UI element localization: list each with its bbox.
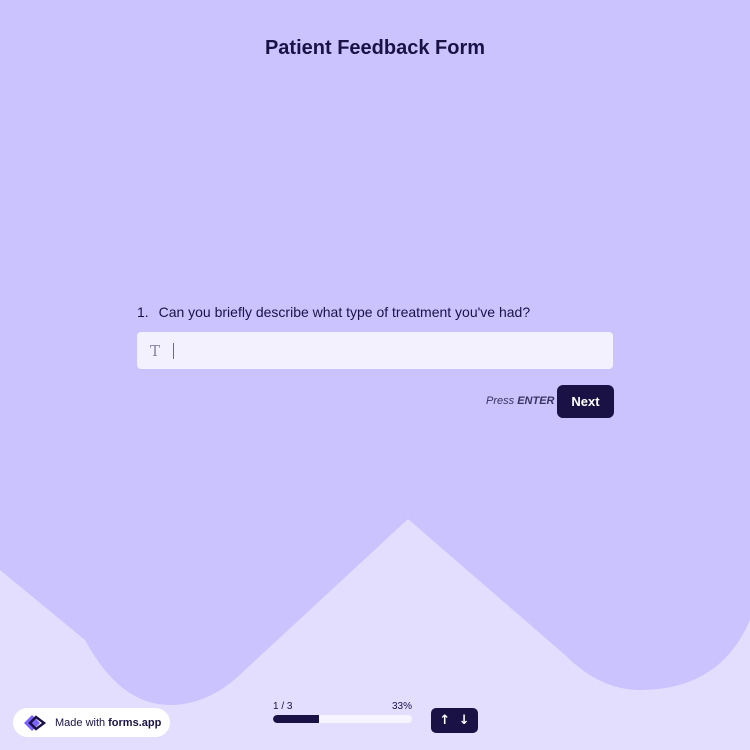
press-enter-hint: Press ENTER: [486, 395, 554, 407]
question-text: Can you briefly describe what type of tr…: [158, 304, 531, 320]
made-with-text: Made with: [55, 716, 106, 729]
press-hint-prefix: Press: [486, 395, 515, 407]
answer-input[interactable]: [177, 332, 607, 369]
progress-bar: [273, 715, 412, 723]
made-with-forms-app-badge[interactable]: Made with forms.app: [13, 708, 170, 737]
press-hint-key: ENTER: [517, 395, 555, 407]
form-title: Patient Feedback Form: [264, 37, 486, 59]
next-button[interactable]: Next: [557, 385, 614, 418]
text-type-icon: T: [149, 341, 160, 360]
progress-step: 1 / 3: [273, 701, 293, 712]
text-cursor: [173, 342, 174, 359]
question-number: 1.: [137, 304, 149, 320]
arrow-up-icon[interactable]: ↑: [439, 713, 450, 728]
navigation-buttons: ↑ ↓: [431, 708, 478, 733]
forms-app-logo-icon: [24, 714, 47, 731]
background-shape: [0, 0, 750, 705]
question-label: 1. Can you briefly describe what type of…: [137, 304, 530, 320]
arrow-down-icon[interactable]: ↓: [459, 713, 470, 728]
made-with-brand: forms.app: [108, 716, 162, 729]
progress-bar-fill: [273, 715, 319, 723]
answer-field[interactable]: T: [137, 332, 613, 369]
progress-percent: 33%: [392, 701, 413, 712]
